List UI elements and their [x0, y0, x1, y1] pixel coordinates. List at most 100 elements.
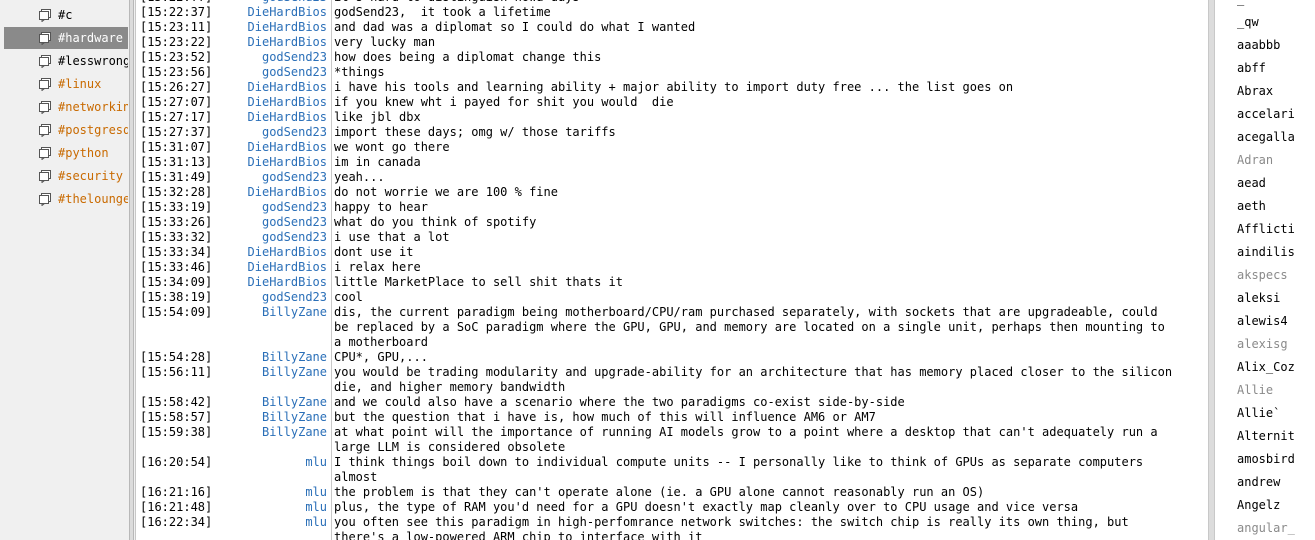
channel-item[interactable]: #thelounge [4, 188, 128, 210]
user-item[interactable]: Alternit [1237, 425, 1295, 447]
user-item[interactable]: aead [1237, 172, 1266, 194]
nickname[interactable]: DieHardBios [223, 260, 331, 275]
nickname[interactable]: DieHardBios [223, 20, 331, 35]
nickname[interactable]: godSend23 [223, 230, 331, 245]
channel-icon [39, 101, 51, 114]
nickname[interactable]: BillyZane [223, 365, 331, 395]
message-row: [15:31:13] DieHardBios im in canada [140, 155, 1204, 170]
nickname[interactable]: godSend23 [223, 125, 331, 140]
message-row: [16:22:34] mlu you often see this paradigm… [140, 515, 1204, 540]
column-separator [331, 65, 332, 80]
user-item[interactable]: Adran [1237, 149, 1273, 171]
message-text: little MarketPlace to sell shit thats it [334, 275, 623, 289]
user-item[interactable]: aeth [1237, 195, 1266, 217]
user-item[interactable]: amosbird [1237, 448, 1295, 470]
channel-item[interactable]: #postgresql [4, 119, 128, 141]
message-text: and we could also have a scenario where … [334, 395, 905, 409]
nickname[interactable]: mlu [223, 455, 331, 485]
user-item[interactable]: accelari [1237, 103, 1295, 125]
nickname[interactable]: DieHardBios [223, 140, 331, 155]
channel-icon [39, 124, 51, 137]
channel-item[interactable]: #lesswrong [4, 50, 128, 72]
nickname[interactable]: DieHardBios [223, 35, 331, 50]
user-item[interactable]: aindilis [1237, 241, 1295, 263]
column-separator [331, 365, 332, 395]
user-item[interactable]: Abrax [1237, 80, 1273, 102]
nickname[interactable]: DieHardBios [223, 245, 331, 260]
user-item[interactable]: angular_ [1237, 517, 1295, 539]
nickname[interactable]: godSend23 [223, 200, 331, 215]
nickname[interactable]: BillyZane [223, 350, 331, 365]
column-separator [331, 395, 332, 410]
user-item[interactable]: Allie [1237, 379, 1273, 401]
column-separator [331, 200, 332, 215]
channel-item[interactable]: #security [4, 165, 128, 187]
nickname[interactable]: DieHardBios [223, 110, 331, 125]
column-separator [331, 410, 332, 425]
nickname[interactable]: mlu [223, 515, 331, 540]
sidebar-splitter[interactable] [129, 0, 134, 540]
user-item[interactable]: aleksi [1237, 287, 1280, 309]
message-text: yeah... [334, 170, 385, 184]
message-text: if you knew wht i payed for shit you wou… [334, 95, 674, 109]
timestamp: [15:33:19] [140, 200, 213, 214]
channel-item[interactable]: #python [4, 142, 128, 164]
message-row: [16:21:48] mlu plus, the type of RAM you'd… [140, 500, 1204, 515]
message-row: [15:33:19] godSend23 happy to hear [140, 200, 1204, 215]
channel-item[interactable]: #linux [4, 73, 128, 95]
nickname[interactable]: mlu [223, 500, 331, 515]
nickname[interactable]: godSend23 [223, 290, 331, 305]
nickname[interactable]: godSend23 [223, 65, 331, 80]
nickname[interactable]: godSend23 [223, 170, 331, 185]
nickname[interactable]: DieHardBios [223, 185, 331, 200]
nickname[interactable]: DieHardBios [223, 5, 331, 20]
nickname[interactable]: mlu [223, 485, 331, 500]
user-item[interactable]: aaabbb [1237, 34, 1280, 56]
user-item[interactable]: _ [1237, 0, 1244, 10]
user-item[interactable]: alexisg [1237, 333, 1288, 355]
timestamp: [15:33:26] [140, 215, 213, 229]
message-row: [15:33:34] DieHardBios dont use it [140, 245, 1204, 260]
channel-item[interactable]: #networking [4, 96, 128, 118]
message-row: [15:54:28] BillyZane CPU*, GPU,... [140, 350, 1204, 365]
user-item[interactable]: Alix_Coz [1237, 356, 1295, 378]
chat-log-pane[interactable]: [15:22:??]godSend23it's hard to distingu… [135, 0, 1209, 540]
user-item[interactable]: abff [1237, 57, 1266, 79]
user-item[interactable]: Afflicti [1237, 218, 1295, 240]
nickname[interactable]: DieHardBios [223, 95, 331, 110]
user-item[interactable]: akspecs [1237, 264, 1288, 286]
timestamp: [15:33:32] [140, 230, 213, 244]
column-separator [331, 275, 332, 290]
user-item[interactable]: _qw [1237, 11, 1259, 33]
user-item[interactable]: andrew [1237, 471, 1280, 493]
timestamp: [16:21:16] [140, 485, 213, 499]
column-separator [331, 95, 332, 110]
column-separator [331, 515, 332, 540]
nickname[interactable]: BillyZane [223, 410, 331, 425]
user-item[interactable]: acegalla [1237, 126, 1295, 148]
nickname[interactable]: godSend23 [223, 215, 331, 230]
channel-name: #lesswrong [58, 54, 128, 68]
channel-name: #thelounge [58, 192, 128, 206]
nickname[interactable]: BillyZane [223, 305, 331, 350]
nickname[interactable]: DieHardBios [223, 155, 331, 170]
message-row: [15:26:27] DieHardBios i have his tools an… [140, 80, 1204, 95]
column-separator [331, 170, 332, 185]
user-item[interactable]: Angelz [1237, 494, 1280, 516]
nickname[interactable]: godSend23 [223, 50, 331, 65]
column-separator [331, 230, 332, 245]
timestamp: [15:27:07] [140, 95, 213, 109]
message-text: very lucky man [334, 35, 436, 49]
nickname[interactable]: BillyZane [223, 395, 331, 410]
channel-item[interactable]: #hardware [4, 27, 128, 49]
message-text: we wont go there [334, 140, 450, 154]
timestamp: [15:22:37] [140, 5, 213, 19]
user-item[interactable]: Allie` [1237, 402, 1280, 424]
user-item[interactable]: alewis4 [1237, 310, 1288, 332]
nickname[interactable]: DieHardBios [223, 80, 331, 95]
channel-item[interactable]: #c [4, 4, 128, 26]
message-row: [15:58:42] BillyZane and we could also hav… [140, 395, 1204, 410]
nickname[interactable]: DieHardBios [223, 275, 331, 290]
nickname[interactable]: BillyZane [223, 425, 331, 455]
channel-icon [39, 32, 51, 45]
